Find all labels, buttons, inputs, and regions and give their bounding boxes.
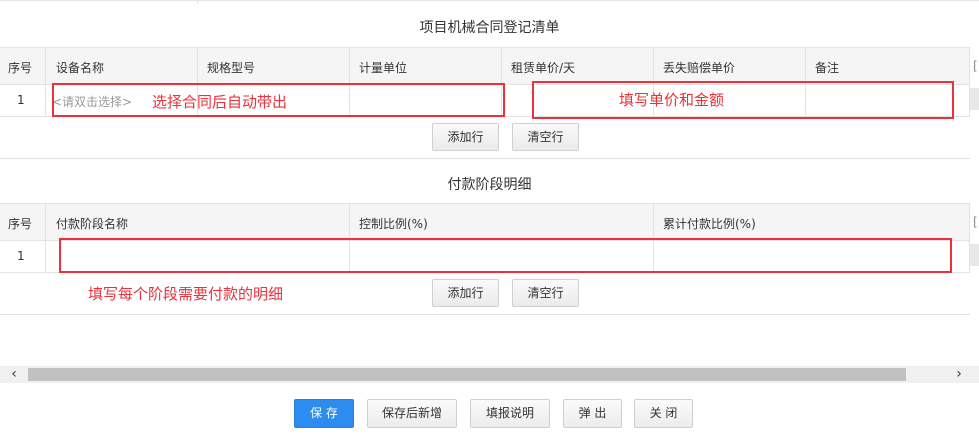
s1-col-overflow-marker: [ <box>973 59 978 73</box>
s2-col-overflow-marker: [ <box>973 215 978 229</box>
save-and-new-button[interactable]: 保存后新增 <box>367 399 457 428</box>
s2-divider <box>45 204 46 272</box>
s2-row-index: 1 <box>17 249 25 263</box>
annotation-auto-fill: 选择合同后自动带出 <box>152 93 288 111</box>
annotation-box-stage <box>59 238 952 273</box>
s1-col-spec: 规格型号 <box>207 61 256 75</box>
s2-clear-row-button[interactable]: 清空行 <box>512 279 579 307</box>
top-border <box>0 0 979 1</box>
close-button[interactable]: 关 闭 <box>634 399 693 428</box>
s2-add-row-button[interactable]: 添加行 <box>432 279 499 307</box>
s2-col-stage-name: 付款阶段名称 <box>56 217 129 231</box>
section1-title: 项目机械合同登记清单 <box>419 20 560 36</box>
s1-col-loss-price: 丢失赔偿单价 <box>663 61 736 75</box>
s2-row-action-cell <box>970 244 979 266</box>
s1-col-rent-price: 租赁单价/天 <box>511 61 576 75</box>
s1-clear-row-button[interactable]: 清空行 <box>512 123 579 151</box>
annotation-stage: 填写每个阶段需要付款的明细 <box>88 285 284 303</box>
section-divider <box>0 158 970 159</box>
section2-title: 付款阶段明细 <box>447 177 532 193</box>
scrollbar-thumb[interactable] <box>28 368 906 381</box>
s1-add-row-button[interactable]: 添加行 <box>432 123 499 151</box>
s1-col-unit: 计量单位 <box>359 61 408 75</box>
scroll-left-icon[interactable]: ‹ <box>4 366 24 383</box>
s2-col-index: 序号 <box>8 217 33 231</box>
top-divider <box>197 0 198 4</box>
s1-row-action-cell <box>970 88 979 110</box>
instructions-button[interactable]: 填报说明 <box>470 399 550 428</box>
s1-row-index: 1 <box>17 93 25 107</box>
annotation-box-price <box>532 81 954 119</box>
s1-col-remark: 备注 <box>815 61 840 75</box>
s2-col-control-ratio: 控制比例(%) <box>359 217 428 231</box>
s1-divider <box>45 48 46 116</box>
s1-col-index: 序号 <box>8 61 33 75</box>
s2-col-cumulative-ratio: 累计付款比例(%) <box>663 217 756 231</box>
section2-header-row <box>0 204 970 240</box>
s1-col-device-name: 设备名称 <box>56 61 105 75</box>
save-button[interactable]: 保 存 <box>294 399 354 428</box>
annotation-price: 填写单价和金额 <box>619 91 725 109</box>
popup-button[interactable]: 弹 出 <box>563 399 622 428</box>
section2-bottom-line <box>0 314 970 315</box>
scroll-right-icon[interactable]: › <box>949 366 969 383</box>
